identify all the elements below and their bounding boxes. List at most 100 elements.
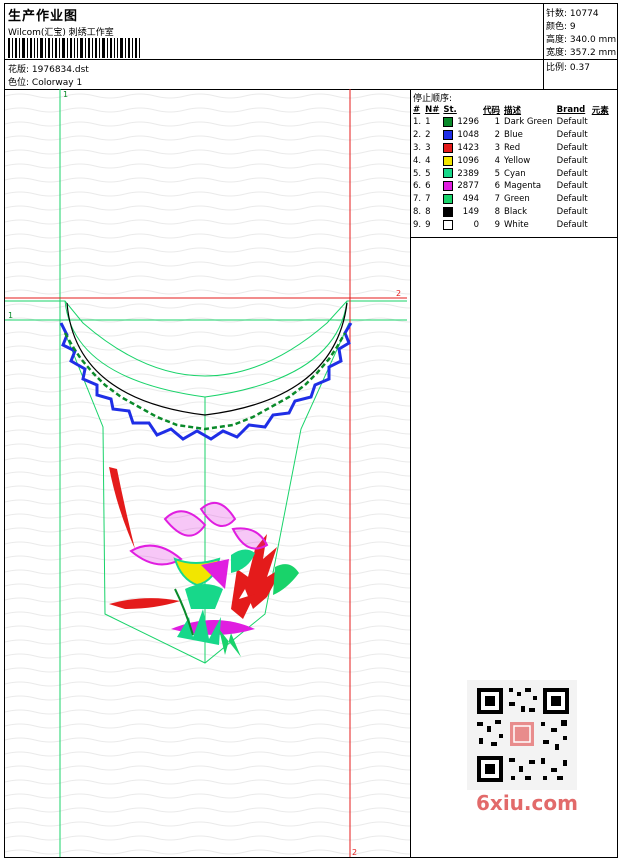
- row-elements: [590, 206, 611, 219]
- row-swatch: [441, 129, 455, 142]
- design-preview: 1 1 2 2: [5, 89, 411, 857]
- row-code: 3: [494, 142, 501, 153]
- row-swatch: [441, 154, 455, 167]
- row-code: 6: [494, 181, 501, 192]
- row-needle: 9: [425, 219, 431, 230]
- row-brand: Default: [556, 130, 588, 141]
- color-swatch: [443, 181, 454, 192]
- color-swatch: [443, 117, 454, 128]
- row-brand: Default: [556, 168, 588, 179]
- row-swatch: [441, 116, 455, 129]
- row-stitches: 1423: [457, 142, 480, 153]
- row-elements: [590, 167, 611, 180]
- design-label: 花版:: [8, 65, 30, 75]
- stitch-count-label: 针数:: [546, 9, 568, 19]
- table-divider: [411, 237, 617, 238]
- col-index: #: [413, 104, 421, 115]
- row-description: Dark Green: [504, 117, 553, 128]
- qr-code-icon: [467, 680, 577, 790]
- col-description: 描述: [504, 105, 522, 116]
- row-stitches: 1296: [457, 117, 480, 128]
- row-code: 8: [494, 206, 501, 217]
- row-elements: [590, 193, 611, 206]
- design-scale-label: 比例:: [546, 63, 568, 73]
- row-code: 7: [494, 194, 501, 205]
- row-swatch: [441, 206, 455, 219]
- row-stitches: 1096: [457, 155, 480, 166]
- row-index: 2.: [413, 130, 422, 141]
- guide-h2-label: 2: [396, 289, 401, 298]
- barcode-icon: [8, 38, 140, 58]
- embroidery-preview: 1 1 2 2: [5, 89, 410, 857]
- row-elements: [590, 218, 611, 231]
- vendor-name: Wilcom(汇宝) 刺绣工作室: [8, 28, 114, 38]
- row-index: 7.: [413, 194, 422, 205]
- row-brand: Default: [556, 219, 588, 230]
- color-swatch: [443, 155, 454, 166]
- row-swatch: [441, 180, 455, 193]
- row-needle: 2: [425, 130, 431, 141]
- color-count-value: 9: [569, 22, 576, 32]
- row-description: Green: [504, 194, 530, 205]
- row-elements: [590, 180, 611, 193]
- color-swatch: [443, 219, 454, 230]
- watermark: 6xiu.com: [476, 791, 578, 815]
- row-code: 1: [494, 117, 501, 128]
- col-elements: 元素: [591, 105, 609, 116]
- guide-h1-label: 1: [8, 311, 13, 320]
- colorway-name: Colorway 1: [31, 78, 83, 88]
- row-code: 5: [494, 168, 501, 179]
- color-swatch: [443, 129, 454, 140]
- color-row: 7. 7 494 7 Green Default: [411, 193, 611, 206]
- row-brand: Default: [556, 117, 588, 128]
- color-swatch: [443, 193, 454, 204]
- row-needle: 7: [425, 194, 431, 205]
- col-code: 代码: [483, 105, 501, 116]
- row-swatch: [441, 167, 455, 180]
- color-table: # N# St. 代码 描述 Brand 元素 1. 1 1296 1 Dark Gre…: [411, 103, 611, 231]
- col-needle: N#: [425, 104, 440, 115]
- header-divider: [5, 59, 543, 60]
- row-elements: [590, 129, 611, 142]
- row-swatch: [441, 142, 455, 155]
- row-brand: Default: [556, 142, 588, 153]
- color-row: 1. 1 1296 1 Dark Green Default: [411, 116, 611, 129]
- row-description: White: [504, 219, 529, 230]
- row-code: 4: [494, 155, 501, 166]
- color-row: 9. 9 0 9 White Default: [411, 218, 611, 231]
- design-row: 花版: 1976834.dst: [8, 62, 89, 75]
- color-table-header: # N# St. 代码 描述 Brand 元素: [411, 103, 611, 116]
- row-brand: Default: [556, 155, 588, 166]
- row-index: 4.: [413, 155, 422, 166]
- color-swatch: [443, 168, 454, 179]
- color-row: 8. 8 149 8 Black Default: [411, 206, 611, 219]
- design-file: 1976834.dst: [31, 65, 89, 75]
- design-height: 高度: 340.0 mm: [546, 32, 616, 45]
- design-width: 宽度: 357.2 mm: [546, 45, 616, 58]
- row-description: Red: [504, 142, 521, 153]
- row-index: 8.: [413, 206, 422, 217]
- row-needle: 6: [425, 181, 431, 192]
- row-description: Cyan: [504, 168, 526, 179]
- row-brand: Default: [556, 194, 588, 205]
- row-swatch: [441, 218, 455, 231]
- row-needle: 8: [425, 206, 431, 217]
- fabric-texture: [5, 89, 410, 857]
- design-scale: 比例: 0.37: [546, 60, 590, 73]
- design-scale-value: 0.37: [569, 63, 590, 73]
- row-swatch: [441, 193, 455, 206]
- color-swatch: [443, 206, 454, 217]
- row-index: 5.: [413, 168, 422, 179]
- row-needle: 5: [425, 168, 431, 179]
- color-row: 4. 4 1096 4 Yellow Default: [411, 154, 611, 167]
- row-stitches: 2389: [457, 168, 480, 179]
- row-stitches: 2877: [457, 181, 480, 192]
- design-height-value: 340.0 mm: [569, 35, 617, 45]
- design-width-label: 宽度:: [546, 48, 568, 58]
- design-height-label: 高度:: [546, 35, 568, 45]
- row-brand: Default: [556, 181, 588, 192]
- row-description: Yellow: [504, 155, 531, 166]
- row-index: 6.: [413, 181, 422, 192]
- color-row: 2. 2 1048 2 Blue Default: [411, 129, 611, 142]
- row-index: 1.: [413, 117, 422, 128]
